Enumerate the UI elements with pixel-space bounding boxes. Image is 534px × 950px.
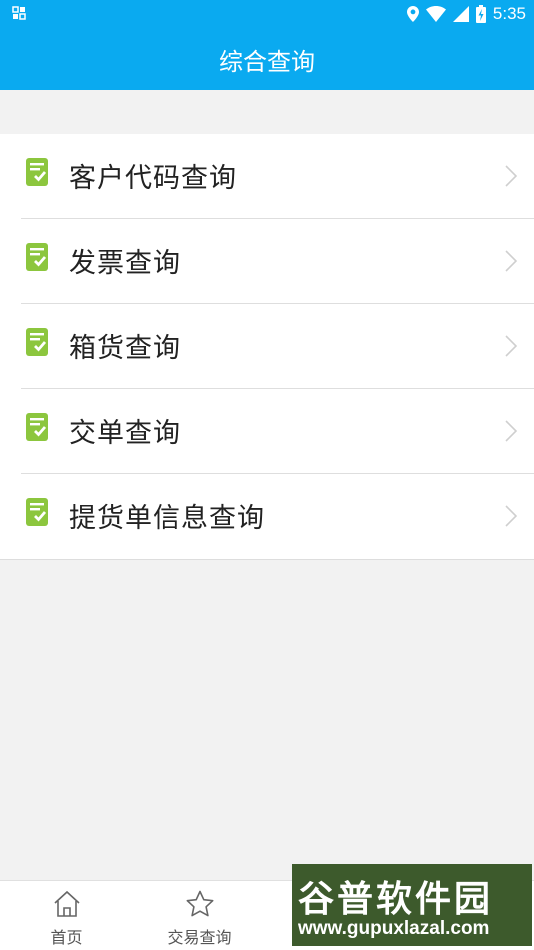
watermark: 谷普软件园 www.gupuxlazal.com (292, 864, 532, 946)
tab-transaction-query[interactable]: 交易查询 (133, 881, 266, 950)
battery-icon (475, 5, 486, 23)
chevron-right-icon (505, 165, 517, 187)
list-item-label: 客户代码查询 (69, 163, 237, 194)
status-bar: 5:35 (0, 0, 534, 28)
page-title: 综合查询 (219, 48, 315, 76)
chevron-right-icon (505, 335, 517, 357)
app-bar: 综合查询 (0, 28, 534, 90)
watermark-url: www.gupuxlazal.com (298, 918, 490, 939)
document-check-icon (26, 498, 48, 526)
document-check-icon (26, 328, 48, 356)
wifi-icon (425, 6, 446, 22)
list-item-invoice-query[interactable]: 发票查询 (0, 219, 534, 304)
list-item-customer-code-query[interactable]: 客户代码查询 (0, 134, 534, 219)
document-check-icon (26, 243, 48, 271)
query-list: 客户代码查询 发票查询 箱货查询 交单查询 提货单信息查询 (0, 134, 534, 560)
list-item-document-submission-query[interactable]: 交单查询 (0, 389, 534, 474)
list-item-delivery-order-query[interactable]: 提货单信息查询 (0, 474, 534, 559)
chevron-right-icon (505, 250, 517, 272)
list-item-label: 箱货查询 (69, 333, 181, 364)
document-check-icon (26, 413, 48, 441)
tab-home[interactable]: 首页 (0, 881, 133, 950)
chevron-right-icon (505, 420, 517, 442)
list-item-label: 交单查询 (69, 418, 181, 449)
status-time: 5:35 (492, 4, 526, 23)
list-item-label: 发票查询 (69, 248, 181, 279)
chevron-right-icon (505, 505, 517, 527)
tab-transaction-query-label: 交易查询 (167, 928, 232, 947)
list-item-label: 提货单信息查询 (69, 503, 265, 534)
document-check-icon (26, 158, 48, 186)
watermark-name: 谷普软件园 (298, 879, 494, 920)
notification-icon (12, 6, 26, 20)
signal-icon (452, 6, 469, 22)
list-item-container-cargo-query[interactable]: 箱货查询 (0, 304, 534, 389)
tab-home-label: 首页 (50, 928, 83, 947)
home-icon (53, 890, 80, 917)
location-icon (406, 6, 419, 22)
star-icon (186, 890, 213, 917)
